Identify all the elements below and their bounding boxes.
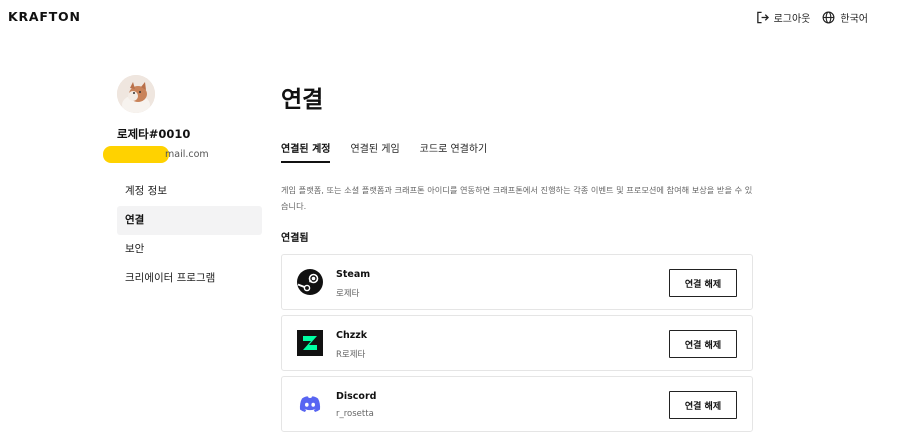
sidebar-item-creator-program[interactable]: 크리에이터 프로그램 — [117, 264, 262, 293]
connected-section-label: 연결됨 — [281, 233, 309, 244]
account-card-discord: Discord r_rosetta 연결 해제 — [281, 376, 753, 432]
disconnect-chzzk-button[interactable]: 연결 해제 — [669, 330, 737, 358]
sidebar-item-security[interactable]: 보안 — [117, 235, 262, 264]
account-username: r_rosetta — [336, 409, 374, 419]
account-card-steam: Steam 로제타 연결 해제 — [281, 254, 753, 310]
account-platform-name: Chzzk — [336, 330, 368, 341]
page-title: 연결 — [281, 87, 324, 113]
globe-icon — [822, 11, 835, 24]
tab-bar: 연결된 계정 연결된 게임 코드로 연결하기 — [281, 140, 487, 163]
language-label: 한국어 — [840, 14, 868, 25]
profile-email: mail.com — [103, 146, 262, 163]
sidebar: 로제타#0010 mail.com 계정 정보 연결 보안 크리에이터 프로그램 — [103, 75, 262, 293]
email-redaction — [103, 146, 169, 163]
language-selector[interactable]: 한국어 — [822, 10, 868, 25]
top-bar: KRAFTON 로그아웃 한국어 — [0, 0, 900, 36]
account-username: 로제타 — [336, 289, 360, 299]
logout-icon — [756, 11, 769, 24]
sidebar-nav: 계정 정보 연결 보안 크리에이터 프로그램 — [117, 177, 262, 293]
disconnect-discord-button[interactable]: 연결 해제 — [669, 391, 737, 419]
tab-linked-accounts[interactable]: 연결된 계정 — [281, 140, 331, 163]
tab-connect-by-code[interactable]: 코드로 연결하기 — [420, 140, 488, 163]
profile-username: 로제타#0010 — [117, 127, 191, 141]
tab-linked-games[interactable]: 연결된 게임 — [350, 140, 399, 163]
disconnect-steam-button[interactable]: 연결 해제 — [669, 269, 737, 297]
top-actions: 로그아웃 한국어 — [756, 10, 868, 25]
account-platform-name: Steam — [336, 269, 371, 280]
account-platform-name: Discord — [336, 391, 377, 402]
connection-description: 게임 플랫폼, 또는 소셜 플랫폼과 크래프톤 아이디를 연동하면 크래프톤에서… — [281, 185, 753, 211]
sidebar-item-connections[interactable]: 연결 — [117, 206, 262, 235]
logout-label: 로그아웃 — [773, 14, 811, 25]
account-card-chzzk: Chzzk R로제타 연결 해제 — [281, 315, 753, 371]
avatar — [117, 75, 155, 113]
sidebar-item-account-info[interactable]: 계정 정보 — [117, 177, 262, 206]
account-username: R로제타 — [336, 350, 366, 360]
krafton-logo[interactable]: KRAFTON — [8, 9, 81, 24]
discord-icon — [297, 391, 323, 417]
steam-icon — [297, 269, 323, 295]
logout-button[interactable]: 로그아웃 — [756, 10, 811, 25]
chzzk-icon — [297, 330, 323, 356]
email-text: mail.com — [165, 149, 209, 160]
